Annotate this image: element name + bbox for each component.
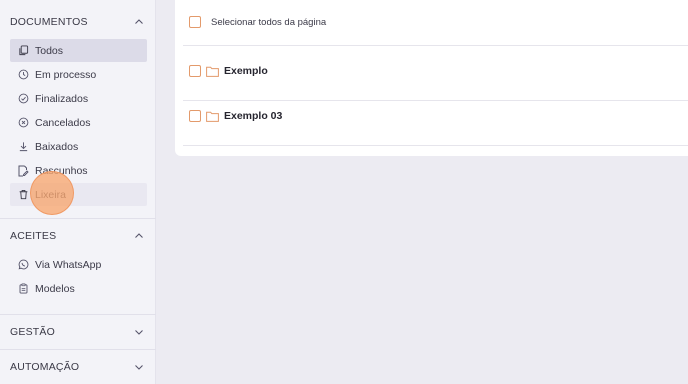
sidebar-item-label: Modelos [35, 282, 75, 295]
row-checkbox[interactable] [189, 65, 201, 77]
sidebar-item-label: Todos [35, 44, 64, 57]
section-aceites-header[interactable]: ACEITES [0, 218, 156, 254]
draft-icon [17, 165, 29, 177]
folder-name[interactable]: Exemplo 03 [224, 110, 282, 122]
chevron-down-icon [132, 325, 146, 339]
check-circle-icon [17, 93, 29, 105]
chevron-up-icon [132, 15, 146, 29]
sidebar-item-rascunhos[interactable]: Rascunhos [10, 159, 147, 182]
sidebar-item-cancelados[interactable]: Cancelados [10, 111, 147, 134]
sidebar-item-baixados[interactable]: Baixados [10, 135, 147, 158]
sidebar-item-via-whatsapp[interactable]: Via WhatsApp [10, 253, 147, 276]
x-circle-icon [17, 117, 29, 129]
row-divider [183, 45, 688, 46]
sidebar-item-label: Finalizados [35, 92, 89, 105]
sidebar-item-label: Lixeira [35, 188, 66, 201]
sidebar-item-label: Rascunhos [35, 164, 88, 177]
folder-icon [206, 111, 219, 122]
section-documentos-header[interactable]: DOCUMENTOS [0, 4, 156, 40]
whatsapp-icon [17, 259, 29, 271]
section-aceites-title: ACEITES [10, 230, 57, 242]
sidebar-item-label: Baixados [35, 140, 79, 153]
copy-icon [17, 45, 29, 57]
sidebar-item-finalizados[interactable]: Finalizados [10, 87, 147, 110]
section-documentos-title: DOCUMENTOS [10, 16, 88, 28]
document-list-panel: Selecionar todos da página Exemplo Exemp… [175, 0, 688, 156]
section-gestao-header[interactable]: GESTÃO [0, 314, 156, 350]
chevron-down-icon [132, 360, 146, 374]
row-divider [183, 100, 688, 101]
row-checkbox[interactable] [189, 110, 201, 122]
section-automacao-title: AUTOMAÇÃO [10, 361, 80, 373]
download-icon [17, 141, 29, 153]
sidebar-item-label: Via WhatsApp [35, 258, 102, 271]
select-all-checkbox[interactable] [189, 16, 201, 28]
clock-icon [17, 69, 29, 81]
select-all-label: Selecionar todos da página [211, 16, 327, 28]
sidebar-item-em-processo[interactable]: Em processo [10, 63, 147, 86]
section-automacao-header[interactable]: AUTOMAÇÃO [0, 349, 156, 384]
sidebar-item-label: Cancelados [35, 116, 91, 129]
sidebar-item-todos[interactable]: Todos [10, 39, 147, 62]
sidebar-item-modelos[interactable]: Modelos [10, 277, 147, 300]
row-divider [183, 145, 688, 146]
table-row[interactable]: Exemplo [189, 65, 688, 77]
chevron-up-icon [132, 229, 146, 243]
section-gestao-title: GESTÃO [10, 326, 55, 338]
table-row[interactable]: Exemplo 03 [189, 110, 688, 122]
sidebar: DOCUMENTOS Todos Em processo Finalizados… [0, 0, 156, 384]
clipboard-icon [17, 283, 29, 295]
sidebar-item-label: Em processo [35, 68, 97, 81]
folder-icon [206, 66, 219, 77]
sidebar-item-lixeira[interactable]: Lixeira [10, 183, 147, 206]
folder-name[interactable]: Exemplo [224, 65, 268, 77]
trash-icon [17, 189, 29, 201]
select-all-row: Selecionar todos da página [189, 16, 688, 28]
